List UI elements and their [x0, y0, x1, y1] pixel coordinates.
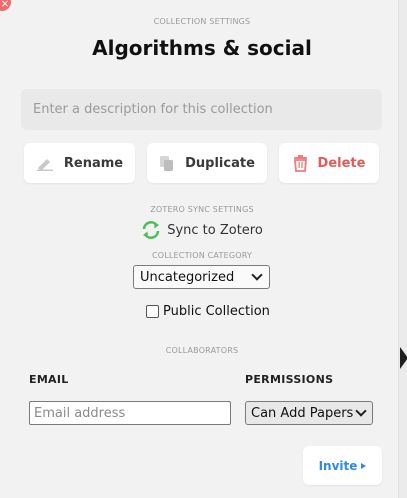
caret-right-icon: [361, 463, 367, 469]
public-collection-checkbox[interactable]: [146, 305, 159, 318]
rename-label: Rename: [63, 155, 124, 171]
collection-settings-panel: × COLLECTION SETTINGS Algorithms & socia…: [0, 0, 399, 498]
sync-icon: [142, 221, 160, 239]
zotero-sync-settings-label: ZOTERO SYNC SETTINGS: [150, 205, 254, 214]
public-collection-row: Public Collection: [146, 304, 270, 319]
resize-handle[interactable]: [400, 347, 407, 369]
duplicate-label: Duplicate: [185, 155, 255, 171]
email-field[interactable]: [29, 401, 231, 425]
delete-label: Delete: [317, 155, 366, 171]
rename-button[interactable]: Rename: [24, 143, 135, 183]
collection-title[interactable]: Algorithms & social: [0, 36, 404, 60]
sync-label: Sync to Zotero: [167, 222, 263, 238]
invite-label: Invite: [318, 458, 358, 473]
category-select[interactable]: Uncategorized: [133, 265, 270, 289]
close-icon: ×: [0, 0, 10, 10]
pencil-icon: [36, 159, 53, 171]
public-collection-label[interactable]: Public Collection: [163, 304, 270, 319]
sync-to-zotero-toggle[interactable]: Sync to Zotero: [0, 221, 404, 239]
duplicate-icon: [160, 155, 174, 171]
invite-button[interactable]: Invite: [303, 446, 382, 485]
trash-icon: [293, 154, 307, 172]
email-column-header: EMAIL: [29, 373, 69, 386]
close-button[interactable]: ×: [0, 0, 11, 11]
permission-selected-value: Can Add Papers: [251, 405, 354, 421]
collection-category-label: COLLECTION CATEGORY: [151, 251, 253, 260]
collection-settings-label: COLLECTION SETTINGS: [153, 17, 251, 26]
chevron-down-icon: [355, 405, 367, 417]
category-selected-value: Uncategorized: [140, 269, 235, 285]
permissions-column-header: PERMISSIONS: [245, 373, 334, 386]
collaborators-label: COLLABORATORS: [165, 346, 239, 355]
delete-button[interactable]: Delete: [279, 143, 379, 183]
chevron-down-icon: [251, 269, 263, 281]
permissions-select[interactable]: Can Add Papers: [245, 401, 373, 425]
duplicate-button[interactable]: Duplicate: [147, 143, 267, 183]
description-input[interactable]: [21, 89, 382, 130]
